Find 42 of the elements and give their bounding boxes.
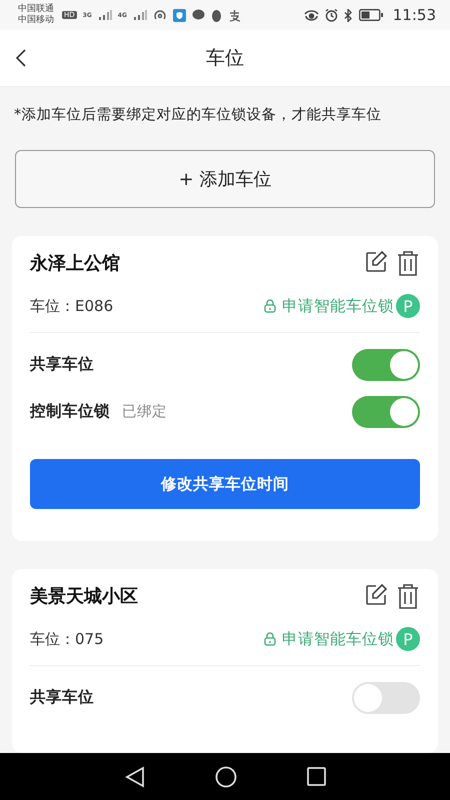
toggle-switch[interactable] bbox=[352, 348, 420, 380]
alarm-icon bbox=[324, 8, 338, 22]
bluetooth-icon bbox=[344, 8, 353, 22]
back-nav-icon[interactable] bbox=[124, 766, 144, 788]
chat-icon bbox=[192, 9, 205, 21]
trash-icon[interactable] bbox=[396, 583, 420, 609]
setting-label: 共享车位 bbox=[30, 687, 94, 708]
page-title: 车位 bbox=[205, 46, 245, 71]
signal-icon bbox=[98, 10, 112, 20]
trash-icon[interactable] bbox=[396, 250, 420, 276]
lock-icon bbox=[264, 632, 276, 646]
recents-nav-icon[interactable] bbox=[306, 767, 326, 786]
hotspot-icon bbox=[152, 8, 167, 22]
parking-badge: P bbox=[396, 294, 420, 318]
setting-label: 控制车位锁 bbox=[30, 401, 110, 422]
parking-badge: P bbox=[396, 627, 420, 651]
back-icon[interactable] bbox=[16, 49, 26, 67]
space-number: 车位：075 bbox=[30, 630, 104, 648]
clock-time: 11:53 bbox=[392, 6, 436, 24]
signal-icon bbox=[132, 10, 147, 20]
community-name: 美景天城小区 bbox=[30, 585, 138, 608]
eye-icon bbox=[304, 9, 319, 21]
toggle-switch[interactable] bbox=[352, 682, 420, 714]
carrier-name: 中国移动 bbox=[18, 15, 54, 26]
apply-lock-link[interactable]: 申请智能车位锁 P bbox=[264, 294, 420, 318]
edit-icon[interactable] bbox=[364, 583, 388, 607]
shield-app-icon bbox=[172, 8, 186, 22]
add-space-button[interactable]: + 添加车位 bbox=[15, 150, 435, 208]
edit-icon[interactable] bbox=[364, 250, 388, 274]
home-nav-icon[interactable] bbox=[214, 766, 236, 788]
space-number: 车位：E086 bbox=[30, 296, 114, 316]
bind-status: 已绑定 bbox=[122, 402, 167, 421]
apply-lock-link[interactable]: 申请智能车位锁 P bbox=[264, 627, 420, 651]
payment-icon bbox=[228, 8, 241, 22]
setting-label: 共享车位 bbox=[30, 354, 94, 375]
notice-text: *添加车位后需要绑定对应的车位锁设备，才能共享车位 bbox=[14, 106, 382, 124]
toggle-switch[interactable] bbox=[352, 396, 420, 428]
edit-time-button[interactable]: 修改共享车位时间 bbox=[30, 459, 420, 509]
community-name: 永泽上公馆 bbox=[30, 252, 120, 275]
battery-icon bbox=[358, 9, 383, 21]
carrier-name: 中国联通 bbox=[18, 4, 54, 14]
lock-icon bbox=[264, 299, 276, 313]
